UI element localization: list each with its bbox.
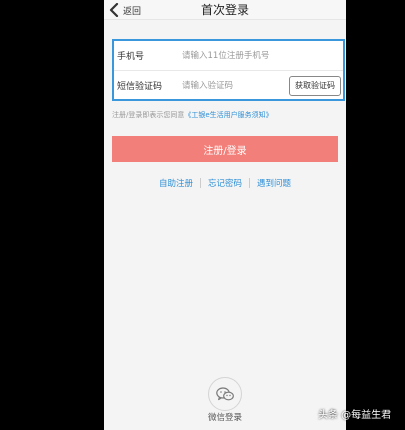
code-row: 短信验证码 获取验证码 xyxy=(114,71,343,100)
page-title: 首次登录 xyxy=(200,3,249,17)
code-label: 短信验证码 xyxy=(117,82,163,92)
help-links: 自助注册 忘记密码 遇到问题 xyxy=(104,177,346,189)
submit-button[interactable]: 注册/登录 xyxy=(112,136,338,162)
wechat-login-label: 微信登录 xyxy=(207,413,242,423)
link-separator xyxy=(249,178,250,188)
code-input[interactable] xyxy=(182,75,289,96)
phone-screen: 返回 首次登录 手机号 短信验证码 获取验证码 注册/登录即表示您同意《工银e生… xyxy=(104,0,346,430)
agreement-text: 注册/登录即表示您同意《工银e生活用户服务须知》 xyxy=(112,110,273,120)
phone-row: 手机号 xyxy=(114,41,343,70)
phone-label: 手机号 xyxy=(117,52,145,62)
wechat-login-button[interactable] xyxy=(208,377,242,411)
navigation-bar: 返回 首次登录 xyxy=(104,0,346,20)
wechat-icon xyxy=(216,387,234,401)
agreement-link[interactable]: 《工银e生活用户服务须知》 xyxy=(184,111,272,119)
watermark: 头条 @每益生君 xyxy=(318,410,392,421)
login-form: 手机号 短信验证码 获取验证码 xyxy=(112,39,345,101)
link-separator xyxy=(199,178,201,188)
forgot-password-link[interactable]: 忘记密码 xyxy=(208,177,242,189)
self-register-link[interactable]: 自助注册 xyxy=(159,177,193,189)
phone-input[interactable] xyxy=(182,45,343,66)
problem-link[interactable]: 遇到问题 xyxy=(257,177,291,189)
agreement-prefix: 注册/登录即表示您同意 xyxy=(112,111,185,119)
get-code-button[interactable]: 获取验证码 xyxy=(289,75,341,96)
